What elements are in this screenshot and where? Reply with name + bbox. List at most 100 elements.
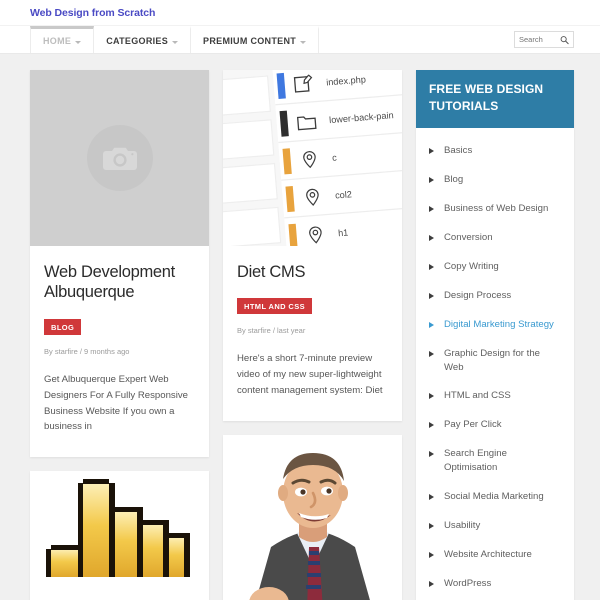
- post-excerpt: Here's a short 7-minute preview video of…: [237, 353, 383, 397]
- row-color-bar: [288, 223, 298, 246]
- sidebar-item-design-process[interactable]: Design Process: [429, 281, 561, 310]
- chevron-down-icon: [300, 40, 307, 44]
- sidebar-item-label: Search Engine Optimisation: [444, 448, 507, 474]
- sidebar-item-label: HTML and CSS: [444, 390, 511, 402]
- sidebar-item-label: Blog: [444, 174, 464, 186]
- sidebar-item-digital-marketing-strategy[interactable]: Digital Marketing Strategy: [429, 310, 561, 339]
- sidebar-item-usability[interactable]: Usability: [429, 511, 561, 540]
- post-thumbnail-file-manager[interactable]: Dir Addon rpath: /: [223, 70, 402, 246]
- page-body: Web Development Albuquerque BLOG By star…: [0, 54, 600, 600]
- sidebar-item-html-and-css[interactable]: HTML and CSS: [429, 382, 561, 411]
- sidebar: FREE WEB DESIGN TUTORIALS Basics Blog Bu…: [416, 70, 574, 600]
- sidebar-item-label: Social Media Marketing: [444, 491, 544, 503]
- triangle-right-icon: [429, 148, 434, 155]
- post-thumbnail-pixel-cursor[interactable]: [30, 471, 209, 600]
- triangle-right-icon: [429, 350, 434, 357]
- nav-item-home[interactable]: HOME: [30, 26, 95, 53]
- sidebar-item-pay-per-click[interactable]: Pay Per Click: [429, 411, 561, 440]
- file-edit-icon: [293, 73, 313, 93]
- post-grid: Web Development Albuquerque BLOG By star…: [30, 70, 402, 600]
- sidebar-item-wordpress[interactable]: WordPress: [429, 569, 561, 598]
- triangle-right-icon: [429, 321, 434, 328]
- row-color-bar: [279, 109, 289, 137]
- nav-item-home-label: HOME: [43, 36, 72, 46]
- post-column-left: Web Development Albuquerque BLOG By star…: [30, 70, 209, 600]
- camera-icon: [102, 147, 137, 170]
- triangle-right-icon: [429, 177, 434, 184]
- sidebar-item-label: Conversion: [444, 232, 493, 243]
- post-category-tag[interactable]: HTML AND CSS: [237, 298, 313, 315]
- post-category-tag[interactable]: BLOG: [44, 318, 82, 335]
- site-title[interactable]: Web Design from Scratch: [30, 7, 155, 19]
- file-name: col2: [334, 188, 353, 201]
- businessman-photo: [223, 434, 402, 600]
- file-manager-left-row: [223, 75, 272, 118]
- row-color-bar: [285, 185, 295, 212]
- sidebar-item-conversion[interactable]: Conversion: [429, 224, 561, 253]
- triangle-right-icon: [429, 393, 434, 400]
- post-card[interactable]: [223, 434, 402, 600]
- triangle-right-icon: [429, 580, 434, 587]
- post-meta: By starfire / 9 months ago: [44, 346, 130, 356]
- file-manager-right-pane: rpath: / index.php: [271, 70, 402, 246]
- triangle-right-icon: [429, 422, 434, 429]
- triangle-right-icon: [429, 206, 434, 213]
- file-name: lower-back-pain: [328, 108, 394, 125]
- nav-item-premium-content[interactable]: PREMIUM CONTENT: [191, 26, 320, 53]
- sidebar-category-list: Basics Blog Business of Web Design Conve…: [416, 128, 574, 600]
- sidebar-item-label: Digital Marketing Strategy: [444, 318, 554, 330]
- sidebar-item-basics[interactable]: Basics: [429, 137, 561, 166]
- sidebar-item-social-media-marketing[interactable]: Social Media Marketing: [429, 483, 561, 512]
- sidebar-item-label: WordPress: [444, 577, 492, 589]
- pin-icon: [303, 150, 316, 168]
- file-manager-left-row: [223, 206, 282, 246]
- row-color-bar: [276, 72, 286, 99]
- file-manager-left-row: [223, 119, 275, 162]
- nav-item-categories-label: CATEGORIES: [106, 36, 169, 46]
- post-thumbnail-placeholder[interactable]: [30, 70, 209, 246]
- sidebar-item-label: Pay Per Click: [444, 419, 502, 431]
- sidebar-item-blog[interactable]: Blog: [429, 166, 561, 195]
- post-meta: By starfire / last year: [237, 326, 306, 336]
- sidebar-item-label: Website Architecture: [444, 548, 532, 560]
- top-bar: Web Design from Scratch: [0, 0, 600, 26]
- post-title[interactable]: Diet CMS: [237, 262, 388, 282]
- triangle-right-icon: [429, 522, 434, 529]
- sidebar-item-label: Basics: [444, 145, 473, 157]
- post-card[interactable]: [30, 471, 209, 600]
- search-icon[interactable]: [560, 35, 569, 44]
- nav-menu: HOME CATEGORIES PREMIUM CONTENT: [30, 26, 320, 53]
- sidebar-item-copy-writing[interactable]: Copy Writing: [429, 252, 561, 281]
- post-thumbnail-photo[interactable]: [223, 434, 402, 600]
- sidebar-item-label: Design Process: [444, 289, 512, 301]
- main-navigation-bar: HOME CATEGORIES PREMIUM CONTENT: [0, 26, 600, 54]
- nav-item-categories[interactable]: CATEGORIES: [94, 26, 192, 53]
- folder-icon: [296, 115, 317, 130]
- sidebar-widget-title: FREE WEB DESIGN TUTORIALS: [416, 70, 574, 128]
- search-box[interactable]: [514, 31, 574, 48]
- post-title[interactable]: Web Development Albuquerque: [44, 262, 195, 303]
- sidebar-item-label: Business of Web Design: [444, 203, 549, 215]
- triangle-right-icon: [429, 451, 434, 458]
- chevron-down-icon: [172, 40, 179, 44]
- chevron-down-icon: [75, 40, 82, 44]
- sidebar-item-website-architecture[interactable]: Website Architecture: [429, 540, 561, 569]
- triangle-right-icon: [429, 551, 434, 558]
- sidebar-item-search-engine-optimisation[interactable]: Search Engine Optimisation: [429, 440, 561, 483]
- file-manager-left-row: [223, 162, 278, 206]
- sidebar-item-business-of-web-design[interactable]: Business of Web Design: [429, 195, 561, 224]
- triangle-right-icon: [429, 494, 434, 501]
- post-card-body: Web Development Albuquerque BLOG By star…: [30, 246, 209, 457]
- post-excerpt: Get Albuquerque Expert Web Designers For…: [44, 373, 188, 433]
- triangle-right-icon: [429, 235, 434, 241]
- search-input[interactable]: [519, 35, 559, 44]
- sidebar-item-graphic-design-for-the-web[interactable]: Graphic Design for the Web: [429, 339, 561, 382]
- pin-icon: [309, 225, 322, 243]
- post-card[interactable]: Dir Addon rpath: /: [223, 70, 402, 421]
- pixel-hand-cursor-icon: [45, 479, 190, 578]
- file-name: index.php: [325, 73, 367, 88]
- post-card[interactable]: Web Development Albuquerque BLOG By star…: [30, 70, 209, 458]
- sidebar-item-label: Copy Writing: [444, 260, 499, 272]
- placeholder-circle: [86, 125, 153, 191]
